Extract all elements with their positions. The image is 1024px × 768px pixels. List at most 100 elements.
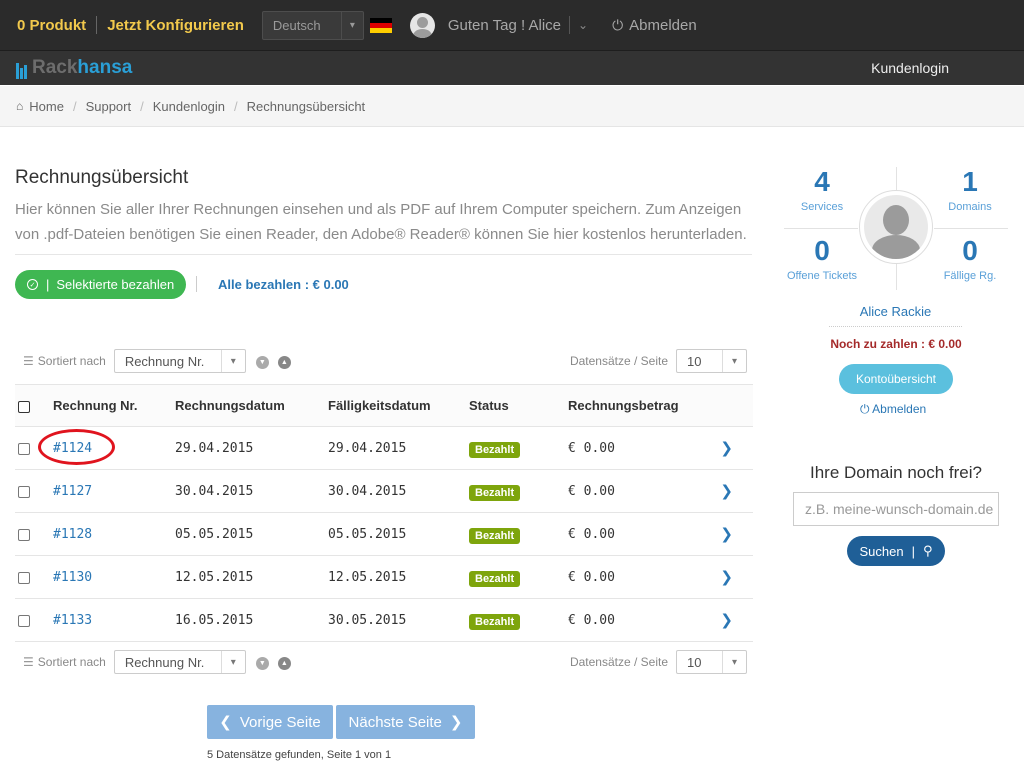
- nav-kundenlogin[interactable]: Kundenlogin: [871, 60, 949, 76]
- logo-text-hansa: hansa: [77, 57, 133, 78]
- next-page-button[interactable]: Nächste Seite ❯: [336, 705, 475, 739]
- invoice-amount: € 0.00: [568, 512, 713, 556]
- records-per-page-select[interactable]: 10 ▾: [676, 349, 747, 373]
- sort-ascending-icon[interactable]: ▲: [277, 355, 291, 369]
- table-row[interactable]: #1133 16.05.2015 30.05.2015 Bezahlt € 0.…: [15, 598, 753, 642]
- pay-selected-label: Selektierte bezahlen: [56, 277, 175, 292]
- records-per-page-select[interactable]: 10 ▾: [676, 650, 747, 674]
- cart-products-link[interactable]: 0 Produkt: [17, 17, 86, 34]
- invoice-date: 05.05.2015: [175, 512, 328, 556]
- page-description: Hier können Sie aller Ihrer Rechnungen e…: [15, 201, 747, 243]
- previous-page-button[interactable]: ❮ Vorige Seite: [207, 705, 333, 739]
- pay-all-link[interactable]: Alle bezahlen : € 0.00: [218, 277, 349, 292]
- configure-link[interactable]: Jetzt Konfigurieren: [107, 17, 244, 34]
- row-checkbox[interactable]: [18, 486, 30, 499]
- check-circle-icon: ✓: [27, 279, 38, 290]
- chevron-down-icon: ▾: [722, 350, 746, 372]
- sidebar-logout-label: Abmelden: [872, 402, 927, 416]
- records-per-page-label: Datensätze / Seite: [569, 354, 668, 368]
- tickets-stat[interactable]: 0 Offene Tickets: [782, 235, 862, 283]
- divider: [829, 326, 962, 327]
- row-checkbox[interactable]: [18, 572, 30, 585]
- invoice-number-link[interactable]: #1130: [53, 570, 92, 585]
- chevron-right-icon[interactable]: ❯: [720, 483, 733, 500]
- breadcrumb-current: Rechnungsübersicht: [246, 98, 366, 114]
- header-amount[interactable]: Rechnungsbetrag: [568, 384, 713, 427]
- row-checkbox[interactable]: [18, 443, 30, 456]
- header-status[interactable]: Status: [469, 384, 568, 427]
- sort-descending-icon[interactable]: ▼: [255, 355, 269, 369]
- sidebar-logout-link[interactable]: ⏻ Abmelden: [860, 402, 926, 417]
- language-select[interactable]: Deutsch ▾: [261, 10, 364, 40]
- table-header-row: Rechnung Nr. Rechnungsdatum Fälligkeitsd…: [15, 384, 753, 427]
- due-date: 30.05.2015: [328, 598, 469, 642]
- list-icon: ☰: [23, 655, 34, 669]
- chevron-left-icon: ❮: [219, 714, 232, 731]
- invoice-number-link[interactable]: #1127: [53, 484, 92, 499]
- records-per-page-value: 10: [687, 654, 702, 670]
- chevron-down-icon: ⌄: [578, 18, 589, 32]
- records-per-page-label: Datensätze / Seite: [569, 655, 668, 669]
- table-row[interactable]: #1128 05.05.2015 05.05.2015 Bezahlt € 0.…: [15, 512, 753, 556]
- power-icon: ⏻: [860, 402, 870, 416]
- invoice-number-link[interactable]: #1133: [53, 613, 92, 628]
- status-badge: Bezahlt: [469, 484, 521, 501]
- user-name-link[interactable]: Alice Rackie: [829, 304, 962, 319]
- user-menu[interactable]: Guten Tag ! Alice ⌄: [409, 12, 589, 38]
- breadcrumb-support[interactable]: Support: [86, 99, 132, 114]
- row-checkbox[interactable]: [18, 615, 30, 628]
- german-flag-icon[interactable]: [369, 17, 392, 33]
- sort-label: Sortiert nach: [37, 655, 106, 669]
- services-stat[interactable]: 4 Services: [782, 167, 862, 214]
- sort-descending-icon[interactable]: ▼: [255, 656, 269, 670]
- breadcrumb-home[interactable]: Home: [29, 99, 64, 114]
- divider: [569, 16, 571, 34]
- domain-search-button[interactable]: Suchen | ⚲: [847, 536, 945, 566]
- domains-count: 1: [962, 166, 978, 197]
- breadcrumb-kundenlogin[interactable]: Kundenlogin: [153, 99, 225, 114]
- invoice-amount: € 0.00: [568, 555, 713, 599]
- domain-search-input[interactable]: z.B. meine-wunsch-domain.de: [793, 492, 999, 526]
- tickets-label: Offene Tickets: [786, 270, 858, 282]
- invoice-date: 30.04.2015: [175, 469, 328, 513]
- table-row[interactable]: #1127 30.04.2015 30.04.2015 Bezahlt € 0.…: [15, 469, 753, 513]
- header-invoice-no[interactable]: Rechnung Nr.: [53, 384, 175, 427]
- due-invoices-label: Fällige Rg.: [943, 270, 997, 282]
- chevron-right-icon: ❯: [449, 714, 463, 731]
- pagination-info: 5 Datensätze gefunden, Seite 1 von 1: [207, 749, 392, 761]
- due-date: 30.04.2015: [328, 469, 469, 513]
- tickets-count: 0: [814, 235, 830, 266]
- status-badge: Bezahlt: [469, 613, 521, 630]
- list-icon: ☰: [23, 354, 34, 368]
- pay-selected-button[interactable]: ✓ | Selektierte bezahlen: [15, 270, 186, 299]
- invoice-amount: € 0.00: [568, 426, 713, 470]
- row-checkbox[interactable]: [18, 529, 30, 542]
- domains-stat[interactable]: 1 Domains: [930, 166, 1010, 214]
- invoice-number-link[interactable]: #1128: [53, 527, 92, 542]
- logo-bars-icon: [16, 63, 28, 79]
- chevron-right-icon[interactable]: ❯: [720, 440, 733, 457]
- previous-page-label: Vorige Seite: [239, 713, 321, 731]
- header-due-date[interactable]: Fälligkeitsdatum: [328, 384, 469, 427]
- header-invoice-date[interactable]: Rechnungsdatum: [175, 384, 328, 427]
- table-row[interactable]: #1130 12.05.2015 12.05.2015 Bezahlt € 0.…: [15, 555, 753, 599]
- chevron-right-icon[interactable]: ❯: [720, 612, 733, 629]
- account-overview-button[interactable]: Kontoübersicht: [839, 364, 953, 394]
- due-invoices-stat[interactable]: 0 Fällige Rg.: [930, 236, 1010, 283]
- select-all-checkbox[interactable]: [18, 400, 30, 413]
- domain-check-heading: Ihre Domain noch frei?: [810, 463, 982, 482]
- logo[interactable]: Rack hansa: [16, 57, 132, 79]
- domains-label: Domains: [948, 201, 992, 213]
- sort-select[interactable]: Rechnung Nr. ▾: [113, 349, 246, 373]
- table-row[interactable]: #1124 29.04.2015 29.04.2015 Bezahlt € 0.…: [15, 426, 753, 470]
- chevron-right-icon[interactable]: ❯: [720, 526, 733, 543]
- sort-select-value: Rechnung Nr.: [124, 654, 205, 670]
- breadcrumb: ⌂ Home / Support / Kundenlogin / Rechnun…: [0, 86, 1024, 127]
- power-icon: ⏻: [612, 16, 624, 33]
- due-date: 05.05.2015: [328, 512, 469, 556]
- chevron-right-icon[interactable]: ❯: [720, 569, 733, 586]
- sort-ascending-icon[interactable]: ▲: [277, 656, 291, 670]
- sort-select[interactable]: Rechnung Nr. ▾: [113, 650, 246, 674]
- chevron-down-icon: ▾: [340, 11, 363, 39]
- logout-link[interactable]: ⏻ Abmelden: [612, 17, 697, 34]
